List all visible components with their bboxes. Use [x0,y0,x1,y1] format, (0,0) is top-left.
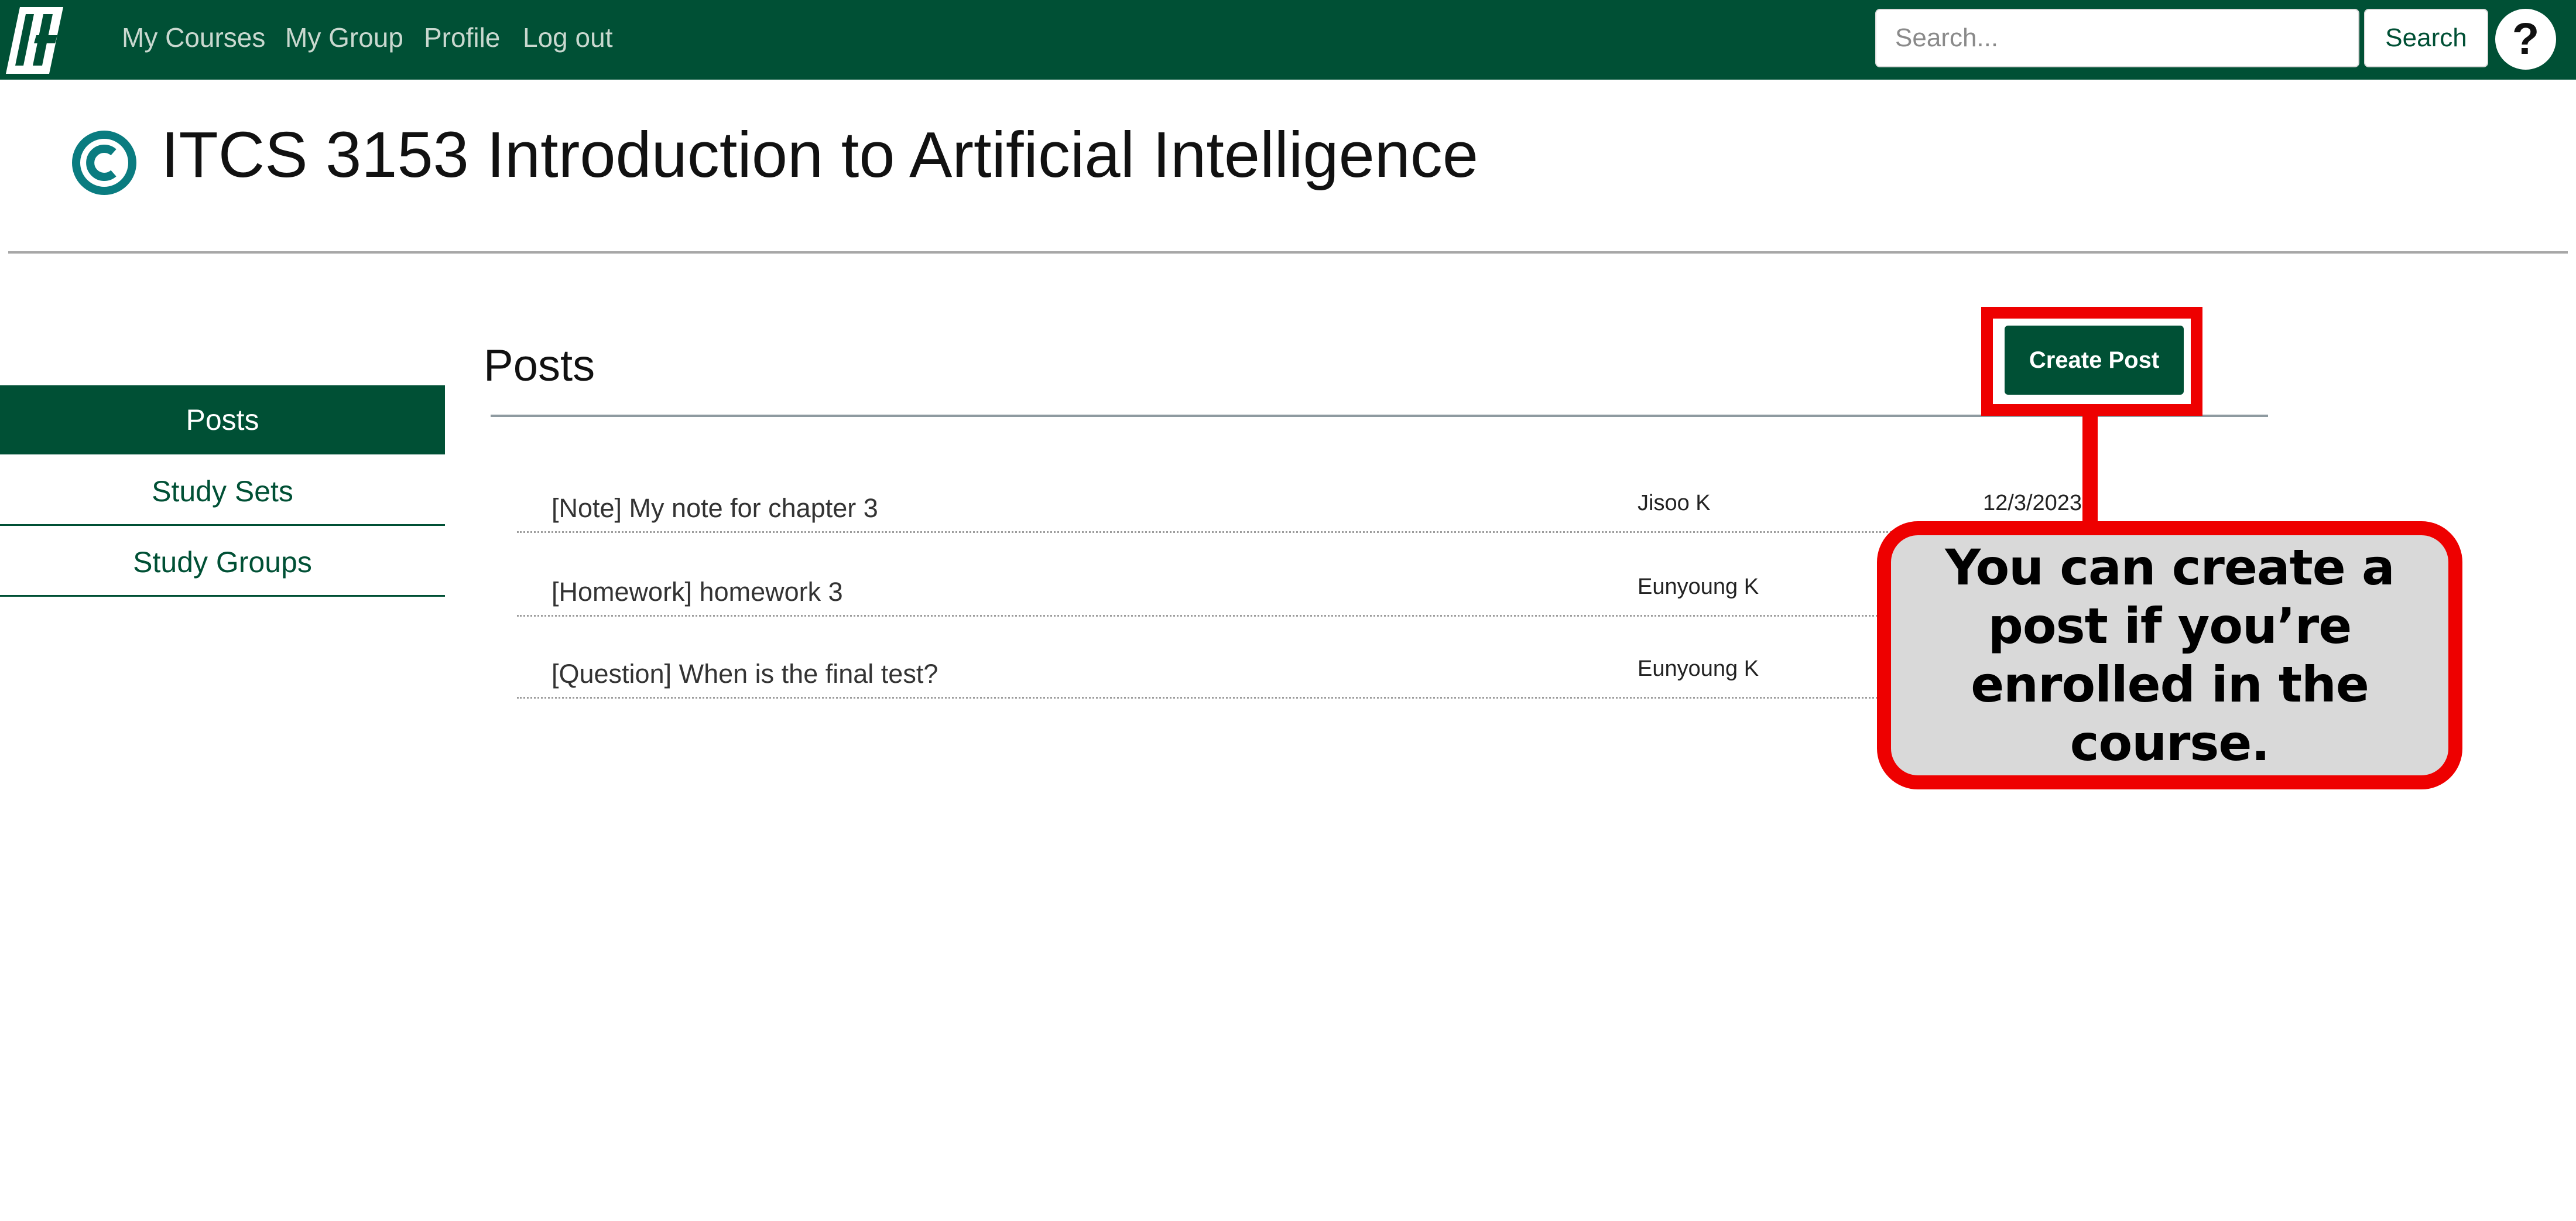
search-input[interactable] [1875,9,2359,67]
post-title[interactable]: [Question] When is the final test? [551,658,938,690]
annotation-text: You can create a post if you’re enrolled… [1945,539,2395,772]
copyright-c-icon [72,131,136,195]
post-author: Jisoo K [1638,491,1711,515]
nav-log-out[interactable]: Log out [523,21,612,54]
annotation-connector [2082,415,2098,522]
nav-profile[interactable]: Profile [424,21,500,54]
annotation-callout: You can create a post if you’re enrolled… [1877,521,2462,789]
annotation-highlight-box [1981,307,2202,416]
top-navbar: My Courses My Group Profile Log out Sear… [0,0,2576,80]
table-row[interactable]: [Homework] homework 3 Eunyoung K [517,565,2057,617]
posts-heading: Posts [484,341,595,391]
post-date: 12/3/2023 [1983,491,2082,515]
table-row[interactable]: [Note] My note for chapter 3 Jisoo K 12/… [517,481,2082,533]
nav-my-courses[interactable]: My Courses [122,21,265,54]
university-logo-icon[interactable] [0,5,66,74]
post-title[interactable]: [Homework] homework 3 [551,576,843,608]
course-title: ITCS 3153 Introduction to Artificial Int… [161,119,1479,191]
table-row[interactable]: [Question] When is the final test? Eunyo… [517,647,2057,699]
search-button[interactable]: Search [2364,9,2488,67]
help-icon[interactable]: ? [2495,9,2556,70]
post-author: Eunyoung K [1638,656,1759,681]
sidebar-item-study-sets[interactable]: Study Sets [0,457,445,526]
sidebar-item-posts[interactable]: Posts [0,385,445,454]
post-title[interactable]: [Note] My note for chapter 3 [551,492,878,525]
sidebar-item-study-groups[interactable]: Study Groups [0,528,445,597]
post-author: Eunyoung K [1638,574,1759,599]
header-divider [8,251,2568,254]
nav-my-group[interactable]: My Group [285,21,403,54]
